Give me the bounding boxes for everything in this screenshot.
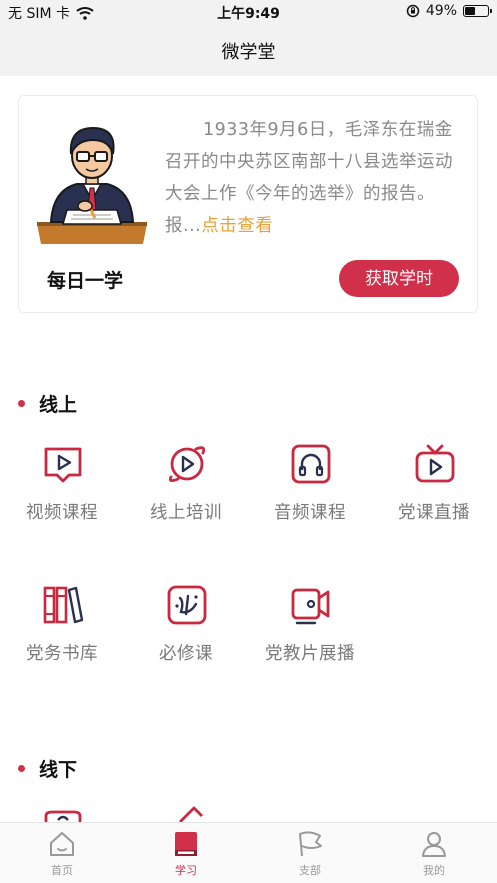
- tab-study[interactable]: 学习: [124, 823, 248, 883]
- daily-study-card[interactable]: 1933年9月6日，毛泽东在瑞金召开的中央苏区南部十八县选举运动大会上作《今年的…: [18, 95, 478, 313]
- offline-item-icon-partial[interactable]: [166, 806, 208, 822]
- online-item-label: 党教片展播: [265, 644, 355, 664]
- orientation-lock-icon: [406, 4, 420, 18]
- tab-label: 我的: [423, 864, 445, 877]
- online-item-label: 党务书库: [26, 644, 98, 664]
- home-icon: [50, 832, 74, 856]
- tab-label: 学习: [175, 864, 197, 877]
- user-icon: [422, 832, 446, 857]
- tab-home[interactable]: 首页: [0, 823, 124, 883]
- book-icon: [175, 832, 197, 856]
- battery-icon: [463, 5, 492, 17]
- status-right-group: 49%: [406, 3, 492, 19]
- audio-course-icon: [291, 444, 331, 484]
- online-item-party-live[interactable]: 党课直播: [372, 443, 496, 533]
- tab-label: 首页: [51, 864, 73, 877]
- tab-label: 支部: [299, 864, 321, 877]
- bookshelf-icon: [43, 586, 84, 624]
- get-study-hours-button[interactable]: 获取学时: [339, 260, 459, 297]
- page-title: 微学堂: [221, 42, 276, 63]
- online-item-audio-course[interactable]: 音频课程: [248, 443, 372, 533]
- required-course-icon: [167, 585, 207, 625]
- online-section-label: 线上: [39, 394, 78, 416]
- battery-percent: 49%: [425, 3, 457, 19]
- section-dot: [18, 400, 25, 407]
- flag-icon: [299, 831, 322, 857]
- online-item-label: 视频课程: [26, 503, 98, 523]
- nav-bar: 微学堂: [0, 24, 497, 76]
- tab-mine[interactable]: 我的: [372, 823, 496, 883]
- view-more-link[interactable]: 点击查看: [201, 216, 273, 236]
- online-item-education-film[interactable]: 党教片展播: [248, 584, 372, 674]
- video-camera-icon: [291, 588, 330, 625]
- offline-item-icon-partial[interactable]: [42, 808, 84, 822]
- online-item-party-library[interactable]: 党务书库: [0, 584, 124, 674]
- online-item-label: 音频课程: [274, 503, 346, 523]
- online-section-title: 线上: [18, 390, 77, 417]
- daily-excerpt: 1933年9月6日，毛泽东在瑞金召开的中央苏区南部十八县选举运动大会上作《今年的…: [165, 114, 465, 242]
- reading-official-illustration: [37, 126, 147, 244]
- online-item-required-course[interactable]: 必修课: [124, 584, 248, 674]
- online-item-video-course[interactable]: 视频课程: [0, 443, 124, 533]
- daily-study-label: 每日一学: [47, 270, 124, 292]
- offline-section-title: 线下: [18, 755, 77, 782]
- online-item-online-training[interactable]: 线上培训: [124, 443, 248, 533]
- online-item-label: 线上培训: [150, 503, 222, 523]
- tab-branch[interactable]: 支部: [248, 823, 372, 883]
- live-tv-icon: [415, 444, 455, 483]
- online-training-icon: [168, 446, 206, 482]
- video-course-icon: [44, 447, 82, 483]
- offline-section-label: 线下: [39, 759, 78, 781]
- online-item-label: 必修课: [159, 644, 213, 664]
- online-item-label: 党课直播: [398, 503, 470, 523]
- battery-fill: [465, 7, 476, 15]
- status-bar: 无 SIM 卡 上午9:49 49%: [0, 0, 497, 24]
- section-dot: [18, 765, 25, 772]
- tab-bar: 首页 学习 支部 我的: [0, 822, 497, 883]
